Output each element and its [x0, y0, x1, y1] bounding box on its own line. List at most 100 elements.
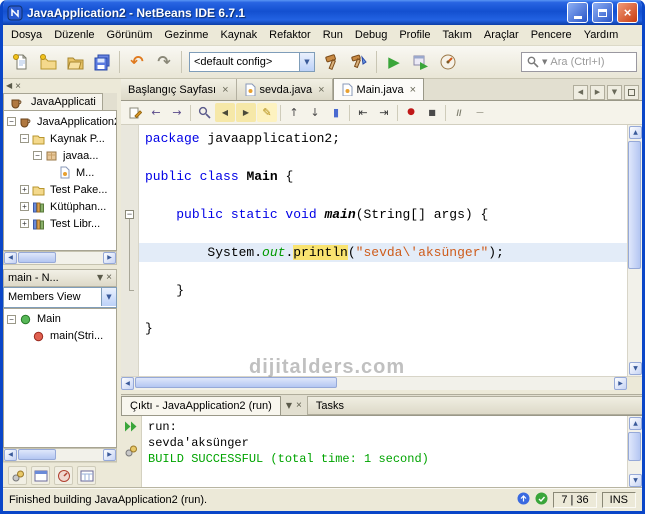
scrollbar-track[interactable] [628, 140, 642, 361]
tree-row[interactable]: M... [4, 164, 116, 181]
back-button[interactable]: ← [146, 103, 166, 122]
toggle-highlight-button[interactable]: ✎ [257, 103, 277, 122]
new-file-button[interactable] [8, 49, 34, 75]
previous-bookmark-button[interactable]: ↑ [284, 103, 304, 122]
profile-project-button[interactable] [435, 49, 461, 75]
collapse-icon[interactable]: − [33, 151, 42, 160]
tree-row[interactable]: + Kütüphan... [4, 198, 116, 215]
undo-button[interactable]: ↶ [124, 49, 150, 75]
minimize-window-icon[interactable]: ▼ [286, 401, 292, 410]
code-editor[interactable]: package javaapplication2; public class Ma… [139, 125, 627, 376]
find-selection-button[interactable] [194, 103, 214, 122]
profiler-window-icon[interactable] [54, 466, 73, 485]
scroll-tabs-left-button[interactable]: ◀ [573, 85, 588, 100]
tab-projects[interactable]: JavaApplicati [3, 93, 103, 110]
scrollbar-track[interactable] [17, 251, 103, 264]
editor-hscrollbar[interactable]: ◀ ▶ [121, 376, 642, 390]
menu-item[interactable]: Profile [393, 26, 436, 44]
config-combobox[interactable]: <default config> ▼ [189, 52, 315, 72]
chevron-down-icon[interactable]: ▼ [101, 288, 116, 306]
redo-button[interactable]: ↷ [151, 49, 177, 75]
menu-item[interactable]: Düzenle [48, 26, 100, 44]
code-line[interactable]: System.out.println("sevda\'aksünger"); [139, 243, 627, 262]
code-line[interactable]: public class Main { [139, 167, 627, 186]
menu-item[interactable]: Debug [349, 26, 393, 44]
tree-row[interactable]: − JavaApplication2 [4, 113, 116, 130]
scroll-tabs-right-button[interactable]: ▶ [590, 85, 605, 100]
save-all-button[interactable] [89, 49, 115, 75]
scroll-right-icon[interactable]: ▶ [614, 377, 627, 390]
run-project-button[interactable]: ▶ [381, 49, 407, 75]
tab-sevda-java[interactable]: sevda.java × [236, 79, 333, 100]
start-macro-button[interactable]: ● [401, 103, 421, 122]
uncomment-button[interactable]: − [470, 103, 490, 122]
scroll-down-icon[interactable]: ▼ [629, 474, 642, 487]
close-tab-icon[interactable]: × [222, 84, 228, 96]
rerun-button[interactable] [124, 420, 138, 438]
output-vscrollbar[interactable]: ▲ ▼ [627, 416, 642, 488]
tab-output[interactable]: Çıktı - JavaApplication2 (run) [121, 396, 281, 415]
collapse-icon[interactable]: − [7, 117, 16, 126]
tab-main-java[interactable]: Main.java × [332, 78, 425, 100]
tree-row[interactable]: − javaa... [4, 147, 116, 164]
next-bookmark-button[interactable]: ↓ [305, 103, 325, 122]
expand-icon[interactable]: + [20, 185, 29, 194]
comment-button[interactable]: // [449, 103, 469, 122]
editor-gutter[interactable]: − [121, 125, 139, 376]
debug-project-button[interactable] [408, 49, 434, 75]
close-tab-icon[interactable]: × [410, 84, 416, 96]
navigator-header[interactable]: main - N... ▼ × [3, 268, 117, 287]
minimize-button[interactable] [567, 2, 588, 23]
close-icon[interactable]: × [15, 81, 21, 92]
tab-start-page[interactable]: Başlangıç Sayfası × [121, 79, 237, 100]
scroll-right-icon[interactable]: ▶ [103, 251, 116, 264]
code-line[interactable] [139, 224, 627, 243]
scrollbar-thumb[interactable] [628, 432, 641, 462]
find-next-button[interactable]: ▶ [236, 103, 256, 122]
menu-item[interactable]: Refaktor [263, 26, 317, 44]
palette-window-icon[interactable] [77, 466, 96, 485]
toggle-bookmark-button[interactable]: ▮ [326, 103, 346, 122]
collapse-icon[interactable]: − [7, 314, 16, 324]
stop-macro-button[interactable]: ■ [422, 103, 442, 122]
menu-item[interactable]: Pencere [525, 26, 578, 44]
navigator-view-select[interactable]: Members View ▼ [3, 286, 117, 308]
scroll-left-icon[interactable]: ◀ [4, 449, 17, 461]
projects-hscrollbar[interactable]: ◀ ▶ [3, 250, 117, 265]
tree-row[interactable]: − Main [4, 311, 116, 328]
scroll-left-icon[interactable]: ◀ [4, 251, 17, 264]
find-previous-button[interactable]: ◀ [215, 103, 235, 122]
navigator-hscrollbar[interactable]: ◀ ▶ [3, 448, 117, 462]
scrollbar-track[interactable] [134, 377, 614, 390]
scrollbar-thumb[interactable] [628, 141, 641, 270]
code-line[interactable]: public static void main(String[] args) { [139, 205, 627, 224]
editor-vscrollbar[interactable]: ▲ ▼ [627, 125, 642, 376]
code-line[interactable]: package javaapplication2; [139, 129, 627, 148]
scroll-up-icon[interactable]: ▲ [629, 126, 642, 139]
quick-search-field[interactable]: ▼ Ara (Ctrl+I) [521, 52, 637, 72]
scroll-right-icon[interactable]: ▶ [103, 449, 116, 461]
shift-left-button[interactable]: ⇤ [353, 103, 373, 122]
collapse-icon[interactable]: − [20, 134, 29, 143]
ant-settings-button[interactable] [124, 444, 138, 463]
close-icon[interactable]: × [106, 272, 112, 283]
fold-collapse-icon[interactable]: − [125, 210, 134, 219]
expand-icon[interactable]: + [20, 219, 29, 228]
titlebar[interactable]: JavaApplication2 - NetBeans IDE 6.7.1 × [3, 0, 642, 25]
new-project-button[interactable] [35, 49, 61, 75]
menu-item[interactable]: Takım [437, 26, 478, 44]
scrollbar-thumb[interactable] [18, 251, 56, 263]
code-line[interactable]: } [139, 281, 627, 300]
tab-tasks[interactable]: Tasks [306, 396, 642, 415]
code-line[interactable] [139, 186, 627, 205]
shift-right-button[interactable]: ⇥ [374, 103, 394, 122]
expand-icon[interactable]: + [20, 202, 29, 211]
code-line[interactable]: } [139, 319, 627, 338]
chevron-down-icon[interactable]: ▼ [97, 273, 103, 282]
build-project-button[interactable] [319, 49, 345, 75]
open-project-button[interactable] [62, 49, 88, 75]
clean-build-button[interactable] [346, 49, 372, 75]
scrollbar-track[interactable] [17, 449, 103, 461]
tree-row[interactable]: + Test Pake... [4, 181, 116, 198]
chevron-down-icon[interactable]: ▼ [542, 58, 547, 66]
